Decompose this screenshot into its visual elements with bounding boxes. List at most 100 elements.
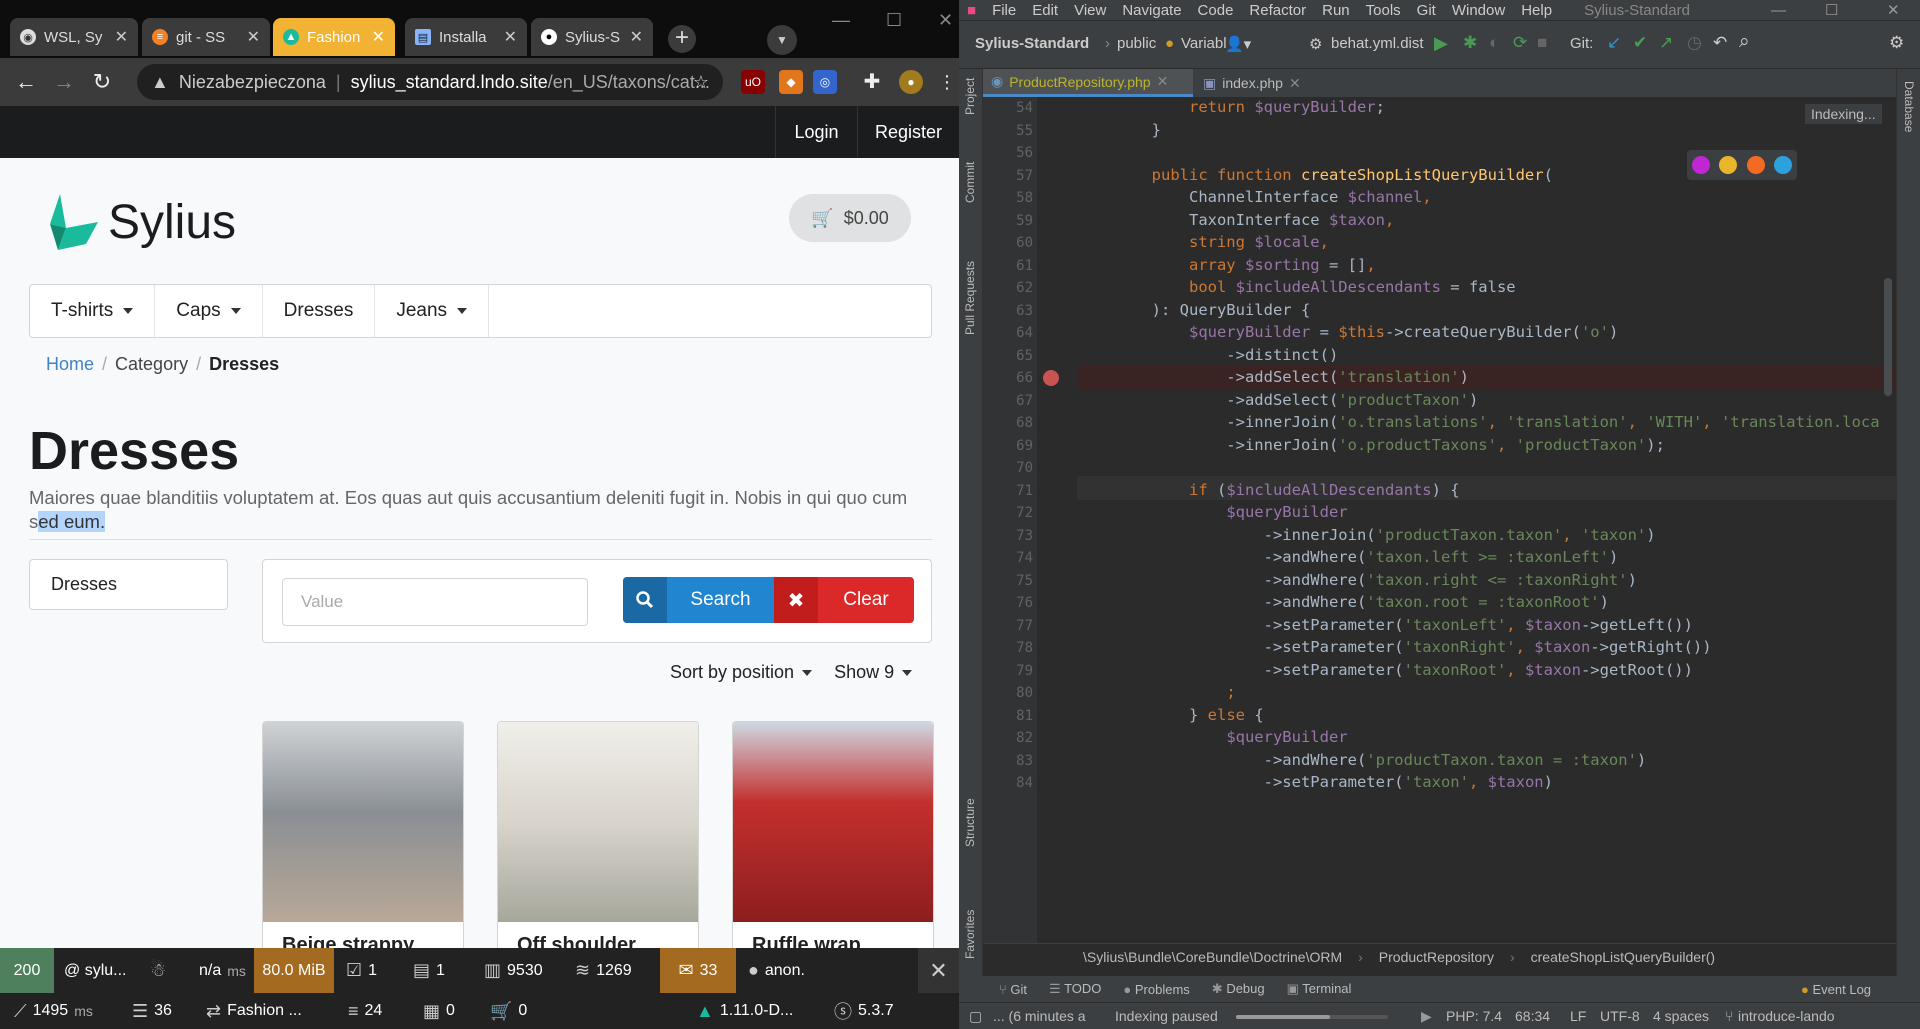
maximize-icon[interactable]: ☐	[886, 10, 902, 31]
code-line[interactable]: ->setParameter('taxonRight', $taxon->get…	[1077, 638, 1712, 656]
forward-icon[interactable]: →	[48, 69, 80, 95]
memory-item[interactable]: 80.0 MiB	[254, 948, 334, 993]
channel-item[interactable]: ⇄ Fashion ...	[206, 993, 302, 1029]
code-editor[interactable]: return $queryBuilder; } public function …	[1077, 97, 1896, 943]
settings-gear-icon[interactable]: ⚙	[1889, 33, 1904, 53]
nav-project[interactable]: Sylius-Standard	[975, 35, 1089, 52]
tab-product-repository[interactable]: ◉ ProductRepository.php ✕	[983, 69, 1193, 97]
crumb-namespace[interactable]: \Sylius\Bundle\CoreBundle\Doctrine\ORM	[1083, 949, 1342, 965]
forms-item[interactable]: ☑ 1	[346, 948, 377, 993]
product-name[interactable]: Off shoulder	[517, 934, 636, 948]
code-line[interactable]: $queryBuilder = $this->createQueryBuilde…	[1077, 323, 1618, 341]
cart-item[interactable]: 🛒 0	[490, 993, 527, 1029]
maximize-icon[interactable]: ☐	[1825, 1, 1838, 19]
code-line[interactable]: if ($includeAllDescendants) {	[1077, 481, 1460, 499]
bookmark-star-icon[interactable]: ☆	[693, 72, 709, 93]
code-line[interactable]: ->innerJoin('o.productTaxons', 'productT…	[1077, 436, 1665, 454]
close-window-icon[interactable]: ✕	[1887, 1, 1900, 19]
route-item[interactable]: @ sylu...	[64, 948, 126, 993]
login-link[interactable]: Login	[775, 106, 857, 158]
crumb-class[interactable]: ProductRepository	[1379, 949, 1494, 965]
menu-navigate[interactable]: Navigate	[1114, 2, 1189, 19]
tool-git[interactable]: ⑂ Git	[999, 982, 1027, 997]
cursor-position[interactable]: 68:34	[1515, 1008, 1550, 1024]
tool-project[interactable]: Project	[963, 78, 977, 115]
line-number-gutter[interactable]: 54 55 56 57 58 59 60 61 62 63 64 65 66 67 68 69 70 71 72 73…	[983, 97, 1037, 943]
phpstorm-browser-icon[interactable]	[1691, 156, 1710, 174]
tab-search-icon[interactable]: ▼	[767, 25, 797, 55]
events-item[interactable]: ≡ 24	[348, 993, 382, 1029]
sylius-logo[interactable]: Sylius	[46, 194, 236, 250]
menu-view[interactable]: View	[1066, 2, 1114, 19]
search-button[interactable]: Search	[623, 577, 774, 623]
tool-terminal[interactable]: ▣ Terminal	[1287, 981, 1352, 997]
code-line[interactable]: ->andWhere('taxon.right <= :taxonRight')	[1077, 571, 1637, 589]
code-line[interactable]: ->addSelect('productTaxon')	[1077, 391, 1478, 409]
tool-commit[interactable]: Commit	[963, 162, 977, 203]
menu-tools[interactable]: Tools	[1358, 2, 1409, 19]
search-value-input[interactable]: Value	[282, 578, 588, 626]
browser-tab[interactable]: ▤ Installa ✕	[405, 18, 527, 56]
code-line[interactable]: ->setParameter('taxonRoot', $taxon->getR…	[1077, 661, 1693, 679]
product-name[interactable]: Ruffle wrap	[752, 934, 861, 948]
status-panel-icon[interactable]: ▢	[969, 1008, 982, 1025]
tool-debug[interactable]: ✱ Debug	[1212, 981, 1265, 997]
code-line[interactable]: ->andWhere('productTaxon.taxon = :taxon'…	[1077, 751, 1647, 769]
back-icon[interactable]: ←	[10, 69, 42, 95]
code-line[interactable]: ChannelInterface $channel,	[1077, 188, 1432, 206]
run-config-select[interactable]: behat.yml.dist	[1331, 35, 1424, 52]
menu-kebab-icon[interactable]: ⋮	[935, 70, 959, 94]
twig-item[interactable]: ▦ 0	[423, 993, 455, 1029]
code-line[interactable]: ->innerJoin('o.translations', 'translati…	[1077, 413, 1879, 431]
extensions-puzzle-icon[interactable]: ✚	[860, 70, 884, 94]
time-na-item[interactable]: n/a ms	[199, 948, 246, 993]
code-line[interactable]: } else {	[1077, 706, 1264, 724]
close-icon[interactable]: ✕	[630, 27, 643, 47]
sort-dropdown[interactable]: Sort by position	[670, 662, 813, 683]
cache-item[interactable]: ≋ 1269	[575, 948, 632, 993]
encoding[interactable]: UTF-8	[1600, 1008, 1640, 1024]
url-input[interactable]: ▲ Niezabezpieczona | sylius_standard.lnd…	[137, 64, 723, 100]
product-image[interactable]	[263, 722, 463, 922]
git-commit-icon[interactable]: ✔	[1633, 33, 1647, 53]
code-line[interactable]: ->addSelect('translation')	[1077, 368, 1469, 386]
close-icon[interactable]: ✕	[1157, 73, 1169, 90]
code-line[interactable]: TaxonInterface $taxon,	[1077, 211, 1394, 229]
code-line[interactable]: return $queryBuilder;	[1077, 98, 1385, 116]
menu-item-dresses[interactable]: Dresses	[263, 285, 376, 337]
close-window-icon[interactable]: ✕	[938, 10, 953, 31]
close-icon[interactable]: ✕	[247, 27, 260, 47]
status-message[interactable]: ... (6 minutes a	[993, 1008, 1086, 1024]
translations-item[interactable]: ✉ 33	[660, 948, 736, 993]
code-line[interactable]: array $sorting = [],	[1077, 256, 1376, 274]
menu-git[interactable]: Git	[1409, 2, 1444, 19]
menu-item-caps[interactable]: Caps	[155, 285, 263, 337]
event-log[interactable]: ● Event Log	[1801, 982, 1871, 997]
history-icon[interactable]: ◷	[1687, 33, 1702, 53]
search-icon[interactable]: ⌕	[1739, 31, 1750, 53]
code-line[interactable]: ->andWhere('taxon.left >= :taxonLeft')	[1077, 548, 1619, 566]
code-line[interactable]: ->setParameter('taxon', $taxon)	[1077, 773, 1553, 791]
browser-tab-active[interactable]: ▲ Fashion ✕	[273, 18, 395, 56]
logs-item[interactable]: ▤ 1	[413, 948, 445, 993]
menu-code[interactable]: Code	[1190, 2, 1242, 19]
menu-item-jeans[interactable]: Jeans	[375, 285, 490, 337]
close-icon[interactable]: ✕	[1289, 75, 1301, 92]
product-card[interactable]: Off shoulder	[497, 721, 699, 948]
code-line[interactable]: $queryBuilder	[1077, 503, 1347, 521]
show-dropdown[interactable]: Show 9	[834, 662, 913, 683]
indent-setting[interactable]: 4 spaces	[1653, 1008, 1709, 1024]
menu-run[interactable]: Run	[1314, 2, 1358, 19]
tool-favorites[interactable]: Favorites	[963, 910, 977, 959]
extension-owl-icon[interactable]: ◎	[813, 70, 837, 94]
register-link[interactable]: Register	[857, 106, 959, 158]
tool-problems[interactable]: ● Problems	[1123, 982, 1189, 997]
code-line[interactable]: bool $includeAllDescendants = false	[1077, 278, 1516, 296]
code-line[interactable]: $queryBuilder	[1077, 728, 1347, 746]
ublock-icon[interactable]: uO	[741, 70, 765, 94]
code-line[interactable]: ->innerJoin('productTaxon.taxon', 'taxon…	[1077, 526, 1656, 544]
menu-file[interactable]: File	[984, 2, 1024, 19]
code-line[interactable]: ->andWhere('taxon.root = :taxonRoot')	[1077, 593, 1609, 611]
browser-tab[interactable]: ◉ WSL, Sy ✕	[10, 18, 138, 56]
status-code-badge[interactable]: 200	[0, 948, 54, 993]
